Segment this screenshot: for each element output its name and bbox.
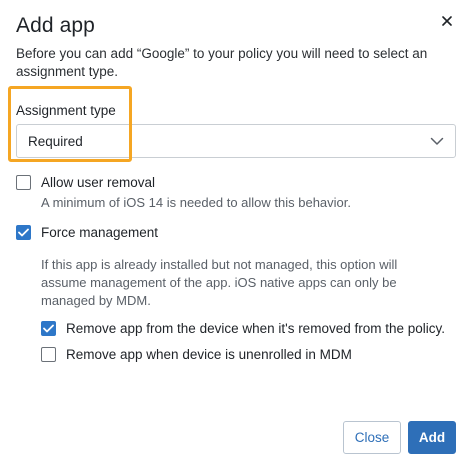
dialog-title: Add app xyxy=(16,14,95,37)
force-management-checkbox[interactable] xyxy=(16,225,31,240)
chevron-down-icon xyxy=(430,137,444,145)
allow-user-removal-checkbox[interactable] xyxy=(16,175,31,190)
close-dialog-button[interactable] xyxy=(438,12,456,30)
allow-user-removal-helper: A minimum of iOS 14 is needed to allow t… xyxy=(41,195,351,210)
force-management-label: Force management xyxy=(41,225,159,240)
close-icon xyxy=(442,16,452,26)
assignment-type-label: Assignment type xyxy=(16,103,116,118)
check-icon xyxy=(43,324,54,333)
allow-user-removal-label: Allow user removal xyxy=(41,175,156,190)
dialog-description: Before you can add “Google” to your poli… xyxy=(16,46,428,79)
remove-on-policy-removal-label: Remove app from the device when it's rem… xyxy=(66,321,445,336)
remove-on-unenroll-checkbox[interactable] xyxy=(41,347,56,362)
add-button[interactable]: Add xyxy=(408,421,456,454)
check-icon xyxy=(18,228,29,237)
force-management-helper: If this app is already installed but not… xyxy=(41,257,398,308)
close-button[interactable]: Close xyxy=(343,421,401,454)
remove-on-policy-removal-checkbox[interactable] xyxy=(41,321,56,336)
assignment-type-select[interactable]: Required xyxy=(16,124,456,158)
add-app-dialog: Add app Before you can add “Google” to y… xyxy=(0,0,464,464)
assignment-type-value: Required xyxy=(28,133,83,149)
remove-on-unenroll-label: Remove app when device is unenrolled in … xyxy=(66,347,352,362)
